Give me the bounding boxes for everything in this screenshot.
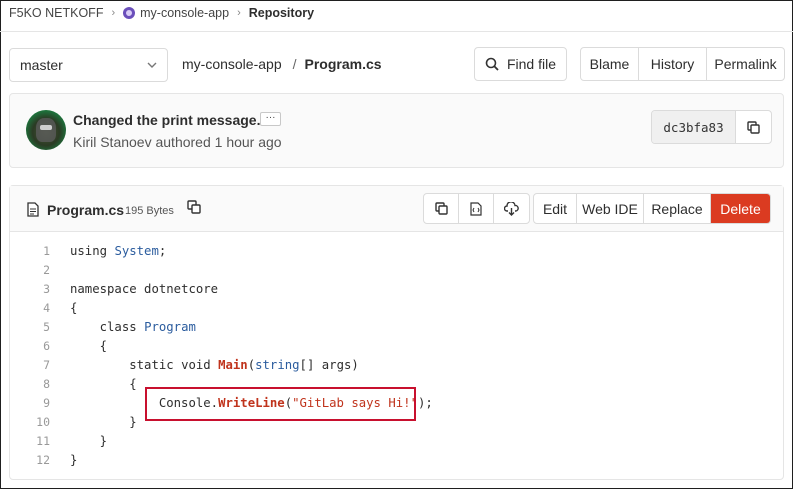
- code-token: static: [129, 358, 174, 372]
- code-token: dotnetcore: [144, 282, 219, 296]
- code-token: System: [114, 244, 159, 258]
- open-raw-button[interactable]: [459, 194, 494, 223]
- code-token: ;: [158, 244, 167, 258]
- edit-button[interactable]: Edit: [534, 194, 577, 223]
- file-name: Program.cs: [47, 202, 125, 218]
- raw-file-icon: [470, 201, 482, 216]
- code-token: void: [181, 358, 211, 372]
- copy-sha-button[interactable]: [736, 111, 771, 143]
- history-button[interactable]: History: [639, 48, 707, 80]
- file-icon: [27, 202, 39, 217]
- chevron-right-icon: ›: [111, 7, 116, 19]
- project-avatar-icon: [123, 7, 136, 19]
- commit-author-line: Kiril Stanoev authored 1 hour ago: [73, 134, 282, 150]
- code-token: {: [129, 377, 137, 391]
- line-number[interactable]: 8: [10, 375, 50, 394]
- line-number[interactable]: 9: [10, 394, 50, 413]
- code-token: }: [129, 415, 137, 429]
- find-file-label: Find file: [506, 56, 557, 72]
- code-line: 7 static void Main(string[] args): [10, 356, 783, 375]
- code-token: Program: [144, 320, 196, 334]
- file-size: 195 Bytes: [125, 205, 174, 217]
- line-number[interactable]: 2: [10, 261, 50, 280]
- download-button[interactable]: [494, 194, 529, 223]
- breadcrumb-group[interactable]: F5KO NETKOFF: [9, 6, 103, 20]
- code-token: {: [99, 339, 108, 353]
- line-number[interactable]: 1: [10, 242, 50, 261]
- path-file[interactable]: Program.cs: [305, 56, 382, 72]
- line-number[interactable]: 11: [10, 432, 50, 451]
- copy-icon: [747, 120, 760, 134]
- copy-icon: [434, 202, 448, 215]
- divider: [0, 31, 793, 32]
- file-actions-group: Blame History Permalink: [580, 47, 785, 81]
- code-token: string: [255, 358, 300, 372]
- find-file-button[interactable]: Find file: [474, 47, 567, 81]
- author-avatar[interactable]: [26, 110, 66, 150]
- code-token: Main: [218, 358, 248, 372]
- code-token: (: [247, 358, 256, 372]
- breadcrumb-current[interactable]: Repository: [249, 6, 314, 20]
- path-separator: /: [292, 56, 297, 72]
- delete-button[interactable]: Delete: [711, 194, 770, 223]
- code-token: using: [70, 244, 108, 258]
- chevron-right-icon: ›: [237, 7, 241, 19]
- search-icon: [485, 57, 499, 71]
- code-line: 4{: [10, 299, 783, 318]
- chevron-down-icon: [147, 62, 157, 68]
- breadcrumb: F5KO NETKOFF › my-console-app › Reposito…: [9, 6, 314, 20]
- cloud-download-icon: [504, 201, 519, 216]
- branch-selector[interactable]: master: [9, 48, 168, 82]
- file-header: Program.cs 195 Bytes Edit Web IDE Replac…: [10, 186, 783, 232]
- last-commit-panel: Changed the print message. ··· Kiril Sta…: [9, 93, 784, 168]
- code-token: namespace: [70, 282, 137, 296]
- code-line: 12}: [10, 451, 783, 470]
- commit-sha-group: dc3bfa83: [651, 110, 772, 144]
- code-token: }: [70, 453, 78, 467]
- commit-message[interactable]: Changed the print message.: [73, 112, 260, 128]
- code-line: 2: [10, 261, 783, 280]
- commit-sha[interactable]: dc3bfa83: [652, 111, 736, 143]
- code-token: [] args): [299, 358, 359, 372]
- code-block: 1 using System; 2 3 namespace dotnetcore 4…: [10, 242, 783, 470]
- line-number[interactable]: 4: [10, 299, 50, 318]
- code-line: 1 using System;: [10, 242, 783, 261]
- viewer-icon-buttons: [423, 193, 530, 224]
- copy-path-icon[interactable]: [187, 200, 201, 214]
- line-number[interactable]: 10: [10, 413, 50, 432]
- code-line: 5 class Program: [10, 318, 783, 337]
- line-number[interactable]: 5: [10, 318, 50, 337]
- file-path: my-console-app / Program.cs: [182, 56, 382, 72]
- code-token: {: [70, 301, 78, 315]
- code-line: 6 {: [10, 337, 783, 356]
- code-line: 3 namespace dotnetcore: [10, 280, 783, 299]
- permalink-button[interactable]: Permalink: [707, 48, 784, 80]
- highlight-annotation: [145, 387, 416, 421]
- copy-contents-button[interactable]: [424, 194, 459, 223]
- line-number[interactable]: 3: [10, 280, 50, 299]
- replace-button[interactable]: Replace: [644, 194, 711, 223]
- code-line: 11 }: [10, 432, 783, 451]
- line-number[interactable]: 6: [10, 337, 50, 356]
- web-ide-button[interactable]: Web IDE: [577, 194, 644, 223]
- code-token: }: [99, 434, 108, 448]
- line-number[interactable]: 12: [10, 451, 50, 470]
- line-number[interactable]: 7: [10, 356, 50, 375]
- path-root[interactable]: my-console-app: [182, 56, 282, 72]
- breadcrumb-project[interactable]: my-console-app: [140, 6, 229, 20]
- code-token: class: [99, 320, 137, 334]
- toggle-description-button[interactable]: ···: [260, 112, 281, 126]
- blame-button[interactable]: Blame: [581, 48, 639, 80]
- file-edit-actions: Edit Web IDE Replace Delete: [533, 193, 771, 224]
- branch-name: master: [20, 57, 63, 73]
- file-viewer: Program.cs 195 Bytes Edit Web IDE Replac…: [9, 185, 784, 480]
- code-token: );: [417, 396, 433, 410]
